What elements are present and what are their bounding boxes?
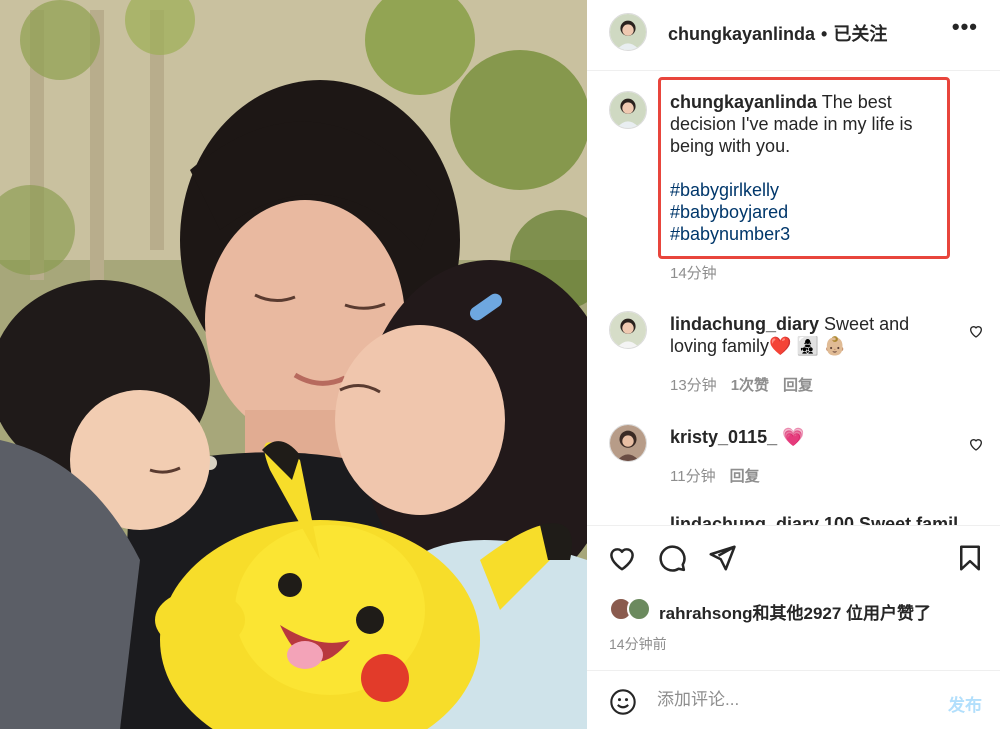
comment-bubble-icon[interactable] [657,543,687,573]
comment-meta: 13分钟 1次赞 回复 [670,374,827,395]
comment-body: kristy_0115_ 💗 [670,426,950,448]
comment-item: kristy_0115_ 💗 11分钟 回复 [587,416,1000,516]
likes-text: rahrahsong和其他2927 位用户赞了 [659,604,932,623]
post-sidebar: chungkayanlinda • 已关注 ••• chungkayanlinda … [587,0,1000,729]
share-send-icon[interactable] [707,543,737,573]
reply-button[interactable]: 回复 [783,377,813,394]
comment-body: lindachung_diary Sweet and loving family… [670,313,950,357]
action-bar [587,525,1000,595]
partially-hidden-comment: lindachung_diary 100 Sweet famil [670,514,959,525]
caption-text-block: chungkayanlinda The best decision I've m… [670,91,942,245]
like-comment-heart-icon[interactable] [968,323,984,339]
hashtag-link[interactable]: #babyboyjared [670,201,942,223]
comment-likes[interactable]: 1次赞 [731,377,769,394]
emoji-smiley-icon[interactable] [609,688,637,716]
caption-username[interactable]: chungkayanlinda [670,92,817,112]
caption-item: chungkayanlinda The best decision I've m… [587,71,1000,283]
hashtag-link[interactable]: #babygirlkelly [670,179,942,201]
separator-dot: • [821,24,828,44]
comment-item: lindachung_diary Sweet and loving family… [587,301,1000,401]
liker-avatar [627,597,651,621]
post-timestamp: 14分钟前 [609,636,667,652]
save-bookmark-icon[interactable] [955,543,985,573]
caption-time: 14分钟 [670,265,717,282]
commenter-avatar[interactable] [609,424,647,462]
author-username[interactable]: chungkayanlinda [668,24,815,44]
caption-meta: 14分钟 [670,262,731,283]
comment-username[interactable]: kristy_0115_ [670,427,777,447]
like-heart-icon[interactable] [607,543,637,573]
post-comment-button[interactable]: 发布 [948,691,982,716]
author-avatar[interactable] [609,13,647,51]
family-photo [0,0,587,729]
comments-list[interactable]: chungkayanlinda The best decision I've m… [587,71,1000,525]
comment-time: 11分钟 [670,468,716,485]
post-header: chungkayanlinda • 已关注 ••• [587,0,1000,71]
comment-input[interactable] [657,683,927,717]
commenter-avatar[interactable] [609,311,647,349]
reply-button[interactable]: 回复 [730,468,760,485]
like-comment-heart-icon[interactable] [968,436,984,452]
post-photo[interactable] [0,0,587,729]
more-options-button[interactable]: ••• [952,14,978,40]
comment-text: 💗 [782,427,805,447]
comment-time: 13分钟 [670,377,717,394]
comment-username[interactable]: lindachung_diary [670,314,819,334]
hashtag-link[interactable]: #babynumber3 [670,223,942,245]
liker-avatars [609,597,653,621]
comment-meta: 11分钟 回复 [670,465,774,486]
add-comment-bar: 发布 [587,670,1000,729]
follow-status[interactable]: 已关注 [833,24,887,44]
caption-avatar[interactable] [609,91,647,129]
